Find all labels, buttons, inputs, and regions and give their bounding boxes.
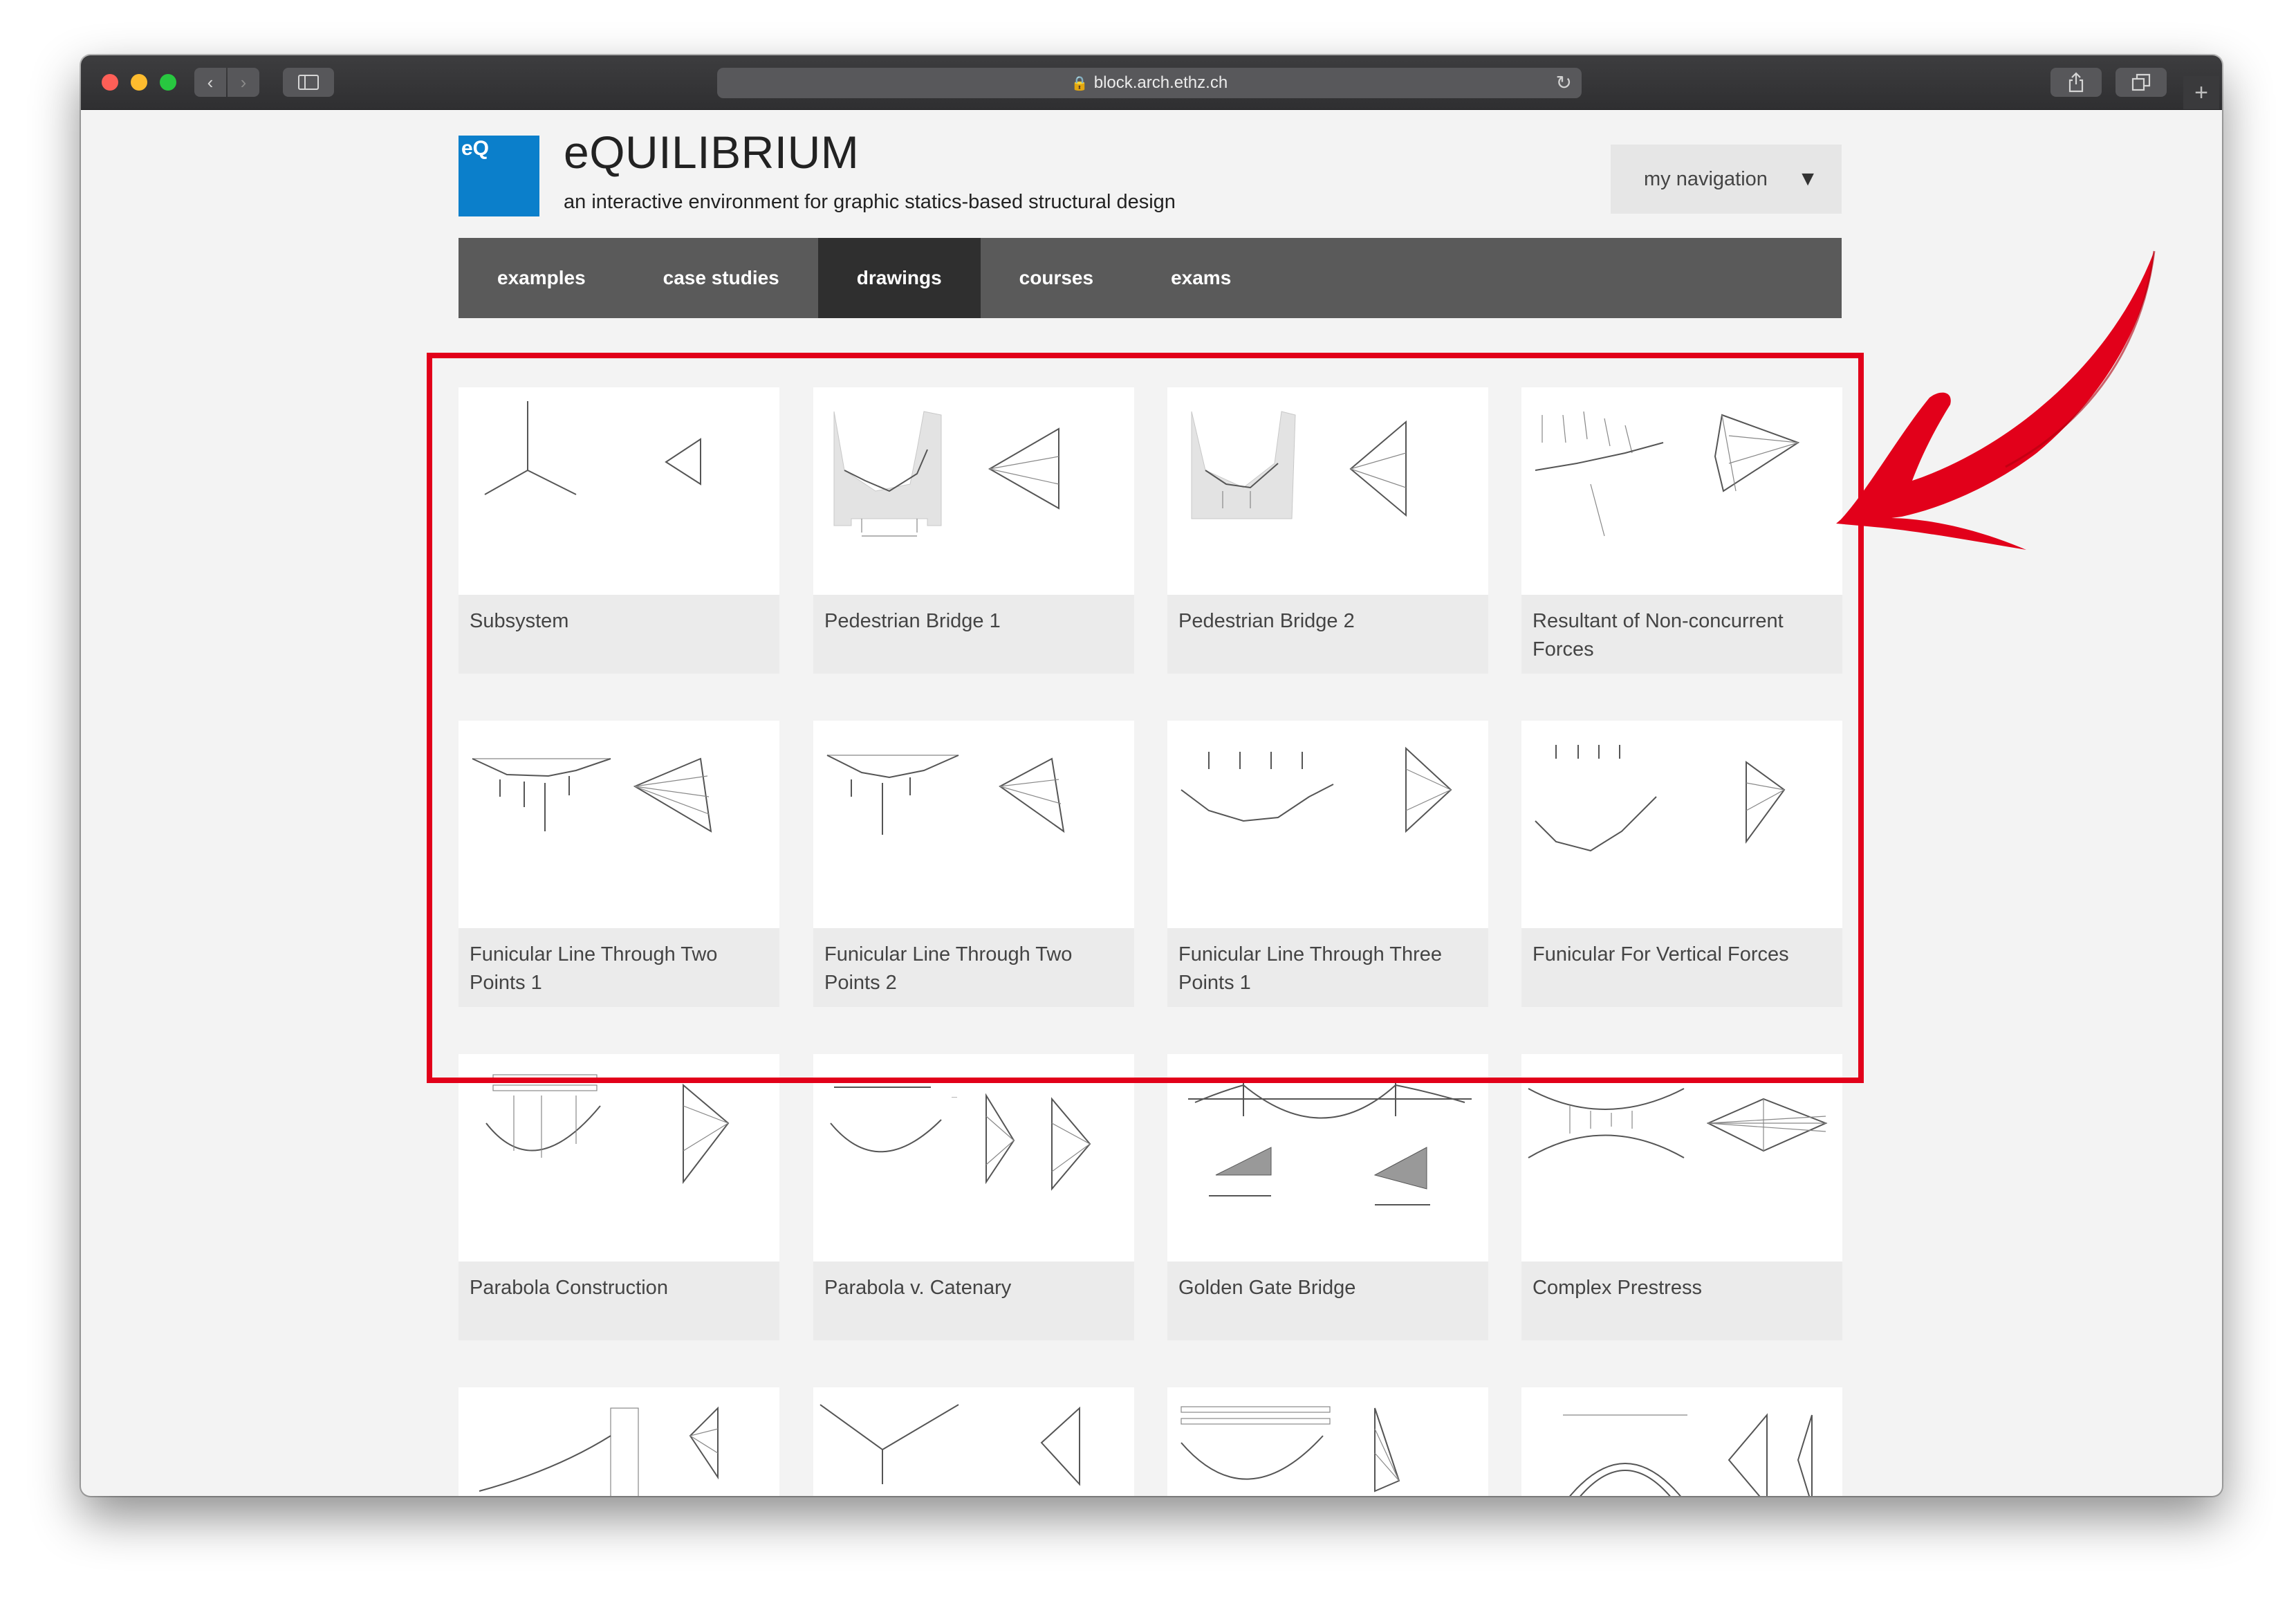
drawing-card[interactable] [1167,1387,1488,1496]
share-button[interactable] [2050,68,2102,97]
svg-text:—: — [952,1094,957,1100]
catenary-drawing: — [830,1087,1091,1191]
chevron-left-icon: ‹ [207,71,214,93]
chevron-right-icon: › [240,71,247,93]
new-tab-button[interactable]: + [2183,76,2219,109]
close-window-icon[interactable] [102,74,118,91]
prestress-drawing [1528,1088,1828,1158]
forward-button[interactable]: › [228,68,259,97]
drawing-card[interactable] [459,1387,779,1496]
my-navigation-label: my navigation [1644,167,1768,190]
reload-icon[interactable]: ↻ [1556,71,1572,94]
minimize-window-icon[interactable] [131,74,147,91]
drawing-title[interactable]: Parabola v. Catenary [824,1274,1122,1302]
drawing-thumbnail[interactable] [459,1387,779,1496]
my-navigation-dropdown[interactable]: my navigation ▼ [1611,145,1842,214]
url-text: block.arch.ethz.ch [1093,73,1228,92]
drawing-title[interactable]: Complex Prestress [1533,1274,1830,1302]
caret-down-icon: ▼ [1797,167,1818,190]
drawing-thumbnail[interactable]: — [813,1054,1134,1261]
main-menu: examples case studies drawings courses e… [459,238,1842,318]
arch-drawing [1563,1413,1813,1496]
menu-item-case-studies[interactable]: case studies [624,238,818,318]
drawing-card[interactable]: Golden Gate Bridge [1167,1054,1488,1340]
drawing-thumbnail[interactable] [1167,1054,1488,1261]
drawing-thumbnail[interactable] [1521,1387,1842,1496]
highlight-box [427,353,1864,1083]
share-icon [2068,72,2084,93]
drawing-card[interactable]: Parabola Construction [459,1054,779,1340]
hanging-cable-drawing [1181,1406,1400,1492]
lock-icon: 🔒 [1071,75,1089,91]
site-subtitle: an interactive environment for graphic s… [564,191,1176,213]
drawing-card[interactable]: — Parabola v. Catenary [813,1054,1134,1340]
back-button[interactable]: ‹ [194,68,226,97]
address-bar[interactable]: 🔒 block.arch.ethz.ch ↻ [717,68,1582,98]
menu-item-courses[interactable]: courses [981,238,1132,318]
drawing-card[interactable]: Complex Prestress [1521,1054,1842,1340]
browser-titlebar: ‹ › 🔒 block.arch.ethz.ch ↻ + [81,55,2222,110]
red-arrow-annotation [1836,250,2156,550]
parabola-drawing [485,1074,730,1184]
drawing-thumbnail[interactable] [459,1054,779,1261]
drawing-thumbnail[interactable] [813,1387,1134,1496]
menu-item-examples[interactable]: examples [459,238,624,318]
menu-item-drawings[interactable]: drawings [817,238,981,318]
site-title[interactable]: eQUILIBRIUM [564,126,859,178]
eq-logo[interactable]: eQ [459,136,539,216]
suspension-bridge-drawing [1188,1083,1472,1205]
sidebar-button[interactable] [283,68,334,97]
drawing-card[interactable] [1521,1387,1842,1496]
menu-item-exams[interactable]: exams [1132,238,1270,318]
drawing-card[interactable] [813,1387,1134,1496]
drawing-title[interactable]: Parabola Construction [470,1274,767,1302]
tabs-overview-button[interactable] [2116,68,2167,97]
tower-bridge-drawing [479,1406,719,1496]
drawing-thumbnail[interactable] [1521,1054,1842,1261]
cable-drawing [820,1404,1080,1486]
drawing-thumbnail[interactable] [1167,1387,1488,1496]
maximize-window-icon[interactable] [160,74,176,91]
logo-text: eQ [461,137,490,160]
tabs-icon [2131,73,2151,91]
sidebar-icon [298,75,319,90]
drawing-title[interactable]: Golden Gate Bridge [1178,1274,1476,1302]
plus-icon: + [2194,79,2208,106]
